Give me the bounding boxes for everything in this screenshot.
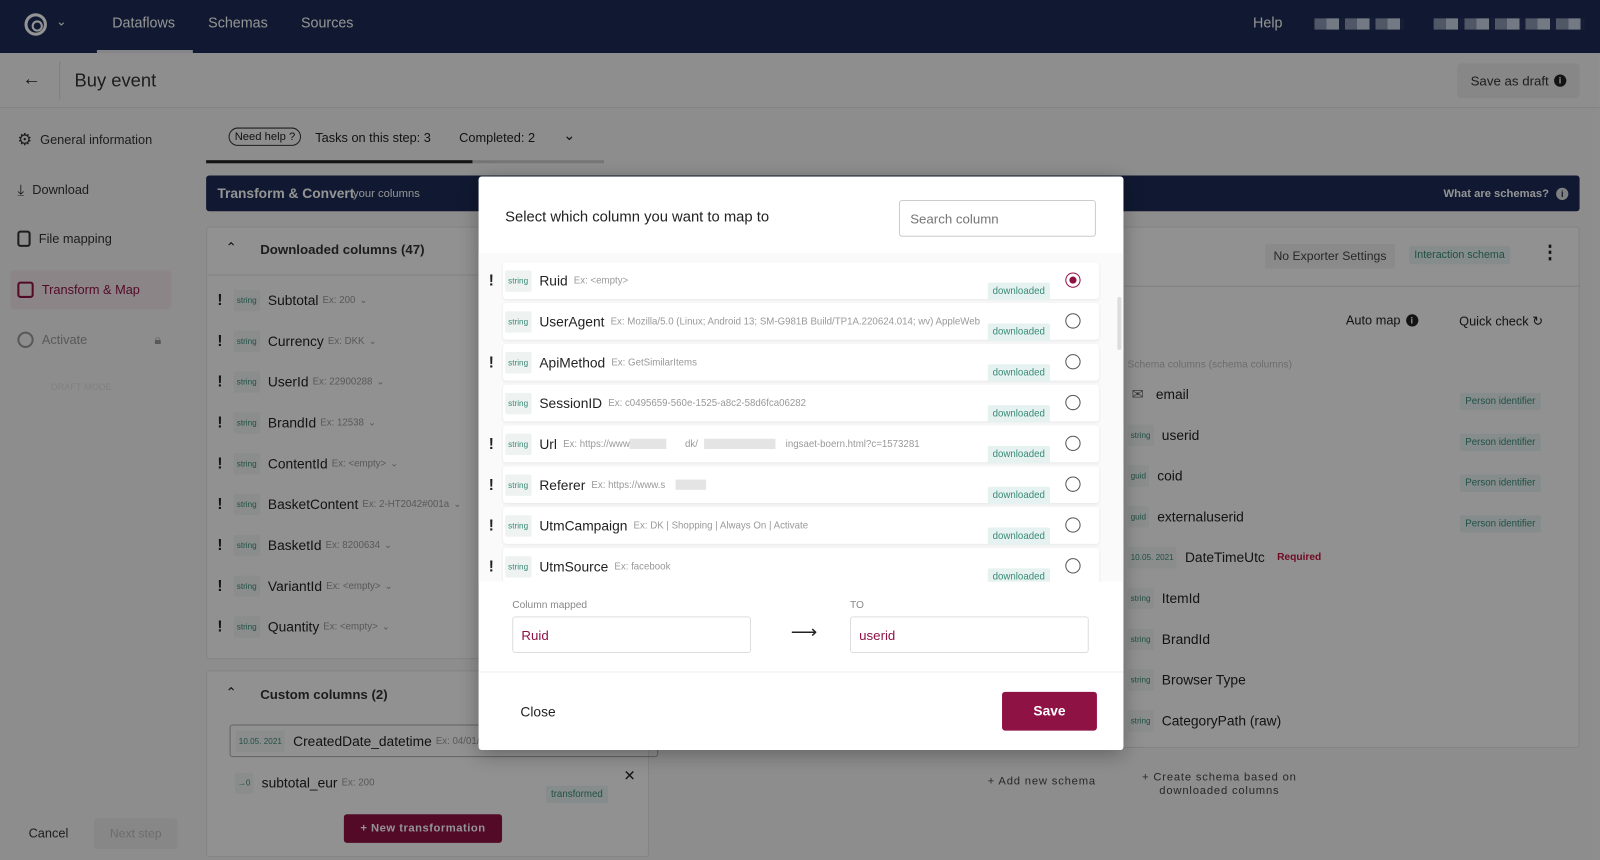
radio-button[interactable] <box>1065 476 1081 492</box>
warning-icon: ! <box>488 435 494 453</box>
search-column-input[interactable] <box>898 199 1096 237</box>
column-example: Ex: c0495659-560e-1525-a8c2-58d6fca06282 <box>608 397 807 409</box>
warning-icon: ! <box>488 516 494 535</box>
type-badge: string <box>505 555 532 578</box>
downloaded-tag: downloaded <box>987 364 1050 382</box>
downloaded-tag: downloaded <box>987 445 1050 464</box>
column-name: SessionID <box>539 395 603 411</box>
type-badge: string <box>505 351 532 373</box>
save-button[interactable]: Save <box>1002 691 1097 731</box>
warning-icon: ! <box>488 557 494 575</box>
column-option[interactable]: string UserAgent Ex: Mozilla/5.0 (Linux; A… <box>503 303 1099 341</box>
column-mapped-field[interactable]: Ruid <box>512 616 752 654</box>
type-badge: string <box>505 310 532 333</box>
column-example: Ex: GetSimilarItems <box>611 356 697 368</box>
column-option[interactable]: ! string Url Ex: https://www dk/ingsaet-boer… <box>489 425 1099 464</box>
warning-icon: ! <box>488 271 494 290</box>
map-column-modal: Select which column you want to map to !… <box>478 176 1124 750</box>
to-label: TO <box>849 599 864 612</box>
column-example: Ex: Mozilla/5.0 (Linux; Android 13; SM-G… <box>610 315 981 328</box>
scrollbar[interactable] <box>1117 296 1122 350</box>
to-field[interactable]: userid <box>849 616 1089 654</box>
arrow-right-icon: ⟶ <box>790 621 818 642</box>
column-example: Ex: facebook <box>614 560 671 572</box>
warning-icon: ! <box>488 476 494 494</box>
radio-button[interactable] <box>1065 558 1081 574</box>
downloaded-tag: downloaded <box>987 282 1050 300</box>
column-name: UserAgent <box>539 313 605 330</box>
type-badge: string <box>505 433 532 455</box>
column-option[interactable]: ! string Ruid Ex: <empty> downloaded <box>489 262 1099 300</box>
column-name: UtmSource <box>539 558 609 574</box>
column-name: ApiMethod <box>539 354 606 370</box>
column-example: dk/ <box>684 438 698 450</box>
downloaded-tag: downloaded <box>987 323 1050 341</box>
column-option[interactable]: ! string UtmSource Ex: facebook downloaded <box>489 547 1099 582</box>
column-example: Ex: <empty> <box>573 274 629 287</box>
type-badge: string <box>505 473 532 496</box>
column-option[interactable]: ! string ApiMethod Ex: GetSimilarItems downl… <box>489 343 1099 382</box>
modal-title: Select which column you want to map to <box>505 209 770 226</box>
column-name: Referer <box>539 477 586 493</box>
radio-button[interactable] <box>1065 517 1081 533</box>
type-badge: string <box>505 392 532 414</box>
column-example: Ex: https://www.s <box>591 479 666 491</box>
column-list: ! string Ruid Ex: <empty> downloaded string Us… <box>478 253 1124 582</box>
close-button[interactable]: Close <box>520 704 555 719</box>
redacted-text <box>675 479 707 490</box>
radio-button[interactable] <box>1065 394 1081 411</box>
column-example: Ex: DK | Shopping | Always On | Activate <box>633 519 809 532</box>
radio-button[interactable] <box>1065 435 1081 452</box>
type-badge: string <box>505 269 532 292</box>
downloaded-tag: downloaded <box>987 486 1050 505</box>
type-badge: string <box>505 514 532 537</box>
warning-icon: ! <box>488 353 494 371</box>
column-mapped-label: Column mapped <box>512 599 588 612</box>
column-name: UtmCampaign <box>539 517 628 534</box>
downloaded-tag: downloaded <box>987 568 1050 582</box>
column-option[interactable]: ! string UtmCampaign Ex: DK | Shopping | Al… <box>489 507 1099 545</box>
column-name: Ruid <box>539 272 568 289</box>
redacted-text <box>704 438 776 449</box>
downloaded-tag: downloaded <box>987 405 1050 423</box>
downloaded-tag: downloaded <box>987 527 1050 545</box>
redacted-text <box>629 438 667 449</box>
radio-button[interactable] <box>1065 354 1081 370</box>
column-name: Url <box>539 436 557 452</box>
column-option[interactable]: ! string Referer Ex: https://www.s downloade… <box>489 466 1099 505</box>
column-example: Ex: https://www <box>563 438 630 450</box>
radio-button[interactable] <box>1065 272 1081 288</box>
column-option[interactable]: string SessionID Ex: c0495659-560e-1525-a8… <box>503 384 1099 423</box>
radio-button[interactable] <box>1065 313 1081 329</box>
column-example: ingsaet-boern.html?c=1573281 <box>785 438 920 450</box>
